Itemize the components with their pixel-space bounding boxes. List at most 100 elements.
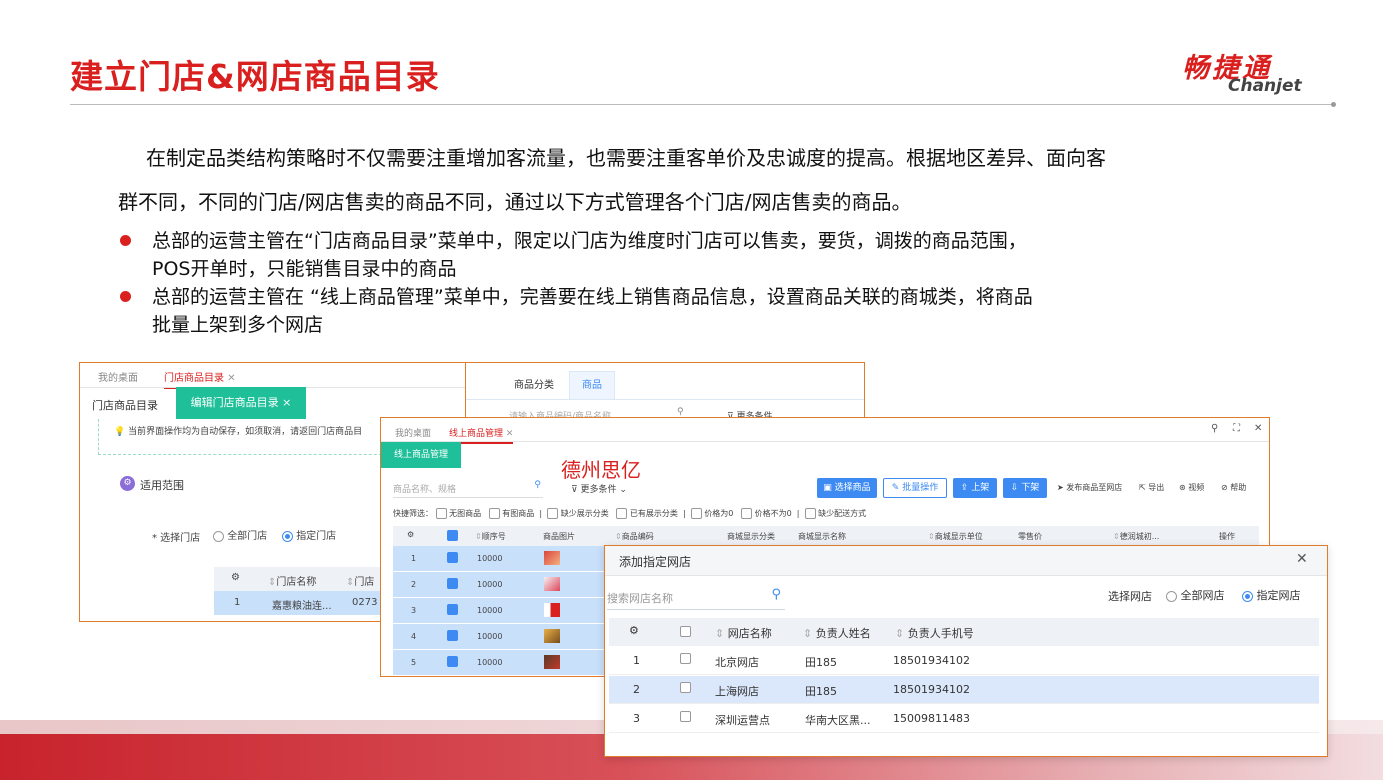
batch-operation-label: 批量操作 (902, 483, 939, 493)
col-store-name[interactable]: ⇕ 网店名称 (715, 625, 772, 641)
video-link[interactable]: ⊛ 视频 (1179, 482, 1204, 493)
tab-my-desktop[interactable]: 我的桌面 (98, 369, 138, 384)
delist-button[interactable]: ⇩ 下架 (1003, 478, 1047, 498)
product-search-input[interactable]: 商品名称、规格 ⚲ (393, 478, 543, 498)
row-checkbox[interactable] (447, 578, 458, 589)
tab-bar-divider (381, 441, 1269, 442)
menu-online-products[interactable]: 线上商品管理 (381, 442, 461, 468)
list-button[interactable]: ⇪ 上架 (953, 478, 997, 498)
col-mall-unit-label: 商城显示单位 (934, 532, 983, 541)
export-icon: ⇱ (1139, 483, 1149, 492)
col-person[interactable]: ⇕ 负责人姓名 (803, 625, 871, 641)
radio-all-online-stores[interactable]: 全部网店 (1166, 587, 1225, 603)
select-products-button[interactable]: ▣ 选择商品 (817, 478, 877, 498)
row-checkbox[interactable] (680, 682, 691, 693)
filter-no-image[interactable]: 无图商品 (435, 508, 481, 519)
close-icon[interactable]: ✕ (506, 429, 514, 439)
filter-missing-delivery[interactable]: 缺少配送方式 (804, 508, 867, 519)
help-link[interactable]: ⊘ 帮助 (1221, 482, 1246, 493)
row-checkbox[interactable] (680, 653, 691, 664)
col-seq[interactable]: ⇕顺序号 (475, 531, 506, 542)
select-all-checkbox[interactable] (447, 530, 458, 541)
col-mall-unit[interactable]: ⇕商城显示单位 (928, 531, 983, 542)
store-search-input[interactable]: 搜索网店名称 ⚲ (607, 586, 785, 610)
row-checkbox[interactable] (447, 552, 458, 563)
col-store-code[interactable]: ⇕门店 (346, 573, 374, 588)
search-icon[interactable]: ⚲ (1211, 423, 1218, 434)
row-checkbox[interactable] (447, 630, 458, 641)
search-icon[interactable]: ⚲ (534, 480, 541, 490)
filter-has-category[interactable]: 已有展示分类 (616, 508, 678, 519)
help-icon: ⊘ (1221, 483, 1231, 492)
settings-icon[interactable]: ⚙ (231, 572, 240, 583)
slide-title: 建立门店&网店商品目录 (70, 57, 440, 96)
tab-my-desktop[interactable]: 我的桌面 (395, 426, 431, 439)
col-store-extra[interactable]: ⇕德润城初... (1113, 531, 1159, 542)
lightbulb-icon: 💡 (114, 427, 126, 437)
select-all-checkbox[interactable] (680, 626, 691, 637)
close-icon[interactable]: ✕ (1296, 551, 1308, 567)
settings-icon[interactable]: ⚙ (629, 624, 639, 637)
select-store-label: * 选择门店 (152, 533, 201, 544)
checkbox (547, 508, 559, 519)
filter-price-zero[interactable]: 价格为0 (690, 508, 733, 519)
product-thumbnail (544, 577, 560, 591)
row-number: 2 (411, 580, 417, 589)
filter-with-image[interactable]: 有图商品 (488, 508, 534, 519)
radio-all-stores[interactable]: 全部门店 (213, 527, 267, 542)
table-row[interactable]: 2 上海网店 田185 18501934102 (609, 676, 1319, 704)
col-person-label: 负责人姓名 (815, 627, 871, 640)
search-icon[interactable]: ⚲ (771, 587, 781, 602)
sort-icon: ⇕ (615, 532, 622, 541)
col-phone[interactable]: ⇕ 负责人手机号 (895, 625, 974, 641)
row-checkbox[interactable] (680, 711, 691, 722)
product-thumbnail (544, 551, 560, 565)
dialog-header (605, 546, 1327, 576)
upload-icon: ⇪ (960, 483, 972, 493)
row-checkbox[interactable] (447, 656, 458, 667)
title-divider (70, 104, 1334, 105)
video-icon: ⊛ (1179, 483, 1189, 492)
tab-edit-store-catalog[interactable]: 编辑门店商品目录 × (176, 387, 306, 419)
seq-cell: 10000 (477, 606, 503, 615)
select-store-label: 选择网店 (1108, 590, 1152, 603)
row-number: 2 (633, 683, 640, 696)
seq-cell: 10000 (477, 580, 503, 589)
table-row[interactable]: 3 深圳运营点 华南大区黑... 15009811483 (609, 705, 1319, 733)
quick-filter-bar: 快捷筛选： 无图商品 有图商品 | 缺少展示分类 已有展示分类 | 价格为0 价… (393, 508, 867, 519)
store-name-cell: 上海网店 (715, 685, 759, 698)
fullscreen-icon[interactable]: ⛶ (1233, 423, 1240, 434)
bullet-1-line2: POS开单时，只能销售目录中的商品 (152, 258, 457, 280)
col-mall-name: 商城显示名称 (798, 532, 846, 541)
row-number: 3 (633, 712, 640, 725)
more-conditions-link[interactable]: ⊽ 更多条件 ⌄ (571, 482, 627, 495)
col-code[interactable]: ⇕商品编码 (615, 531, 654, 542)
table-row[interactable]: 1 北京网店 田185 18501934102 (609, 647, 1319, 675)
close-icon[interactable]: ✕ (1254, 423, 1262, 434)
col-seq-label: 顺序号 (481, 532, 506, 541)
tab-product[interactable]: 商品 (569, 371, 615, 399)
bullet-dot (120, 235, 131, 246)
publish-to-store-link[interactable]: ➤ 发布商品至网店 (1057, 482, 1122, 493)
close-icon[interactable]: ✕ (227, 373, 235, 384)
tab-store-catalog[interactable]: 门店商品目录 ✕ (164, 369, 236, 389)
export-link[interactable]: ⇱ 导出 (1139, 482, 1164, 493)
filter-price-nonzero[interactable]: 价格不为0 (741, 508, 792, 519)
filter-label: 缺少配送方式 (818, 509, 867, 518)
col-store-name[interactable]: ⇕门店名称 (268, 573, 316, 588)
notice-text: 💡 当前界面操作均为自动保存，如须取消，请返回门店商品目 (114, 424, 362, 437)
filter-missing-category[interactable]: 缺少展示分类 (547, 508, 609, 519)
crumb-store-catalog[interactable]: 门店商品目录 (92, 397, 158, 413)
settings-icon[interactable]: ⚙ (407, 530, 414, 539)
col-phone-label: 负责人手机号 (907, 627, 974, 640)
tab-product-category[interactable]: 商品分类 (499, 373, 569, 399)
search-icon[interactable]: ⚲ (677, 407, 684, 417)
edit-icon: ✎ (891, 483, 903, 493)
row-checkbox[interactable] (447, 604, 458, 615)
radio-specified-online-stores[interactable]: 指定网店 (1242, 587, 1301, 603)
send-icon: ➤ (1057, 483, 1067, 492)
radio-specified-stores[interactable]: 指定门店 (282, 527, 336, 542)
radio-button (1166, 590, 1177, 602)
batch-operation-button[interactable]: ✎ 批量操作 (883, 478, 947, 498)
tab-online-products-label: 线上商品管理 (449, 429, 504, 439)
